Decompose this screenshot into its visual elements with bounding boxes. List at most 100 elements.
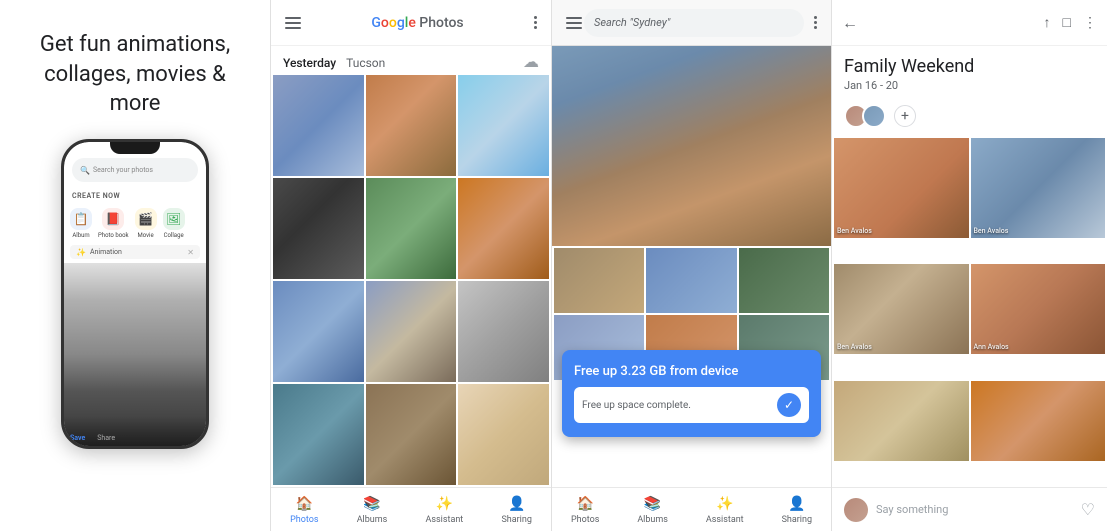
album-photo-2-label: Ben Avalos (974, 227, 1009, 235)
photo-cell-12[interactable] (458, 384, 549, 485)
phone-movie-label: Movie (138, 232, 154, 239)
nav-photos-icon: 🏠 (295, 495, 313, 513)
avatar-2[interactable] (862, 104, 886, 128)
nav-photos[interactable]: 🏠 Photos (290, 495, 318, 525)
album-photo-1[interactable]: Ben Avalos (834, 138, 969, 238)
nav-assistant-icon: ✨ (435, 495, 453, 513)
phone-create-items: 📋 Album 📕 Photo book 🎬 M (64, 204, 206, 245)
phone-share-button[interactable]: Share (97, 434, 115, 442)
album-photo-6[interactable] (971, 381, 1106, 461)
cloud-upload-icon[interactable]: ☁ (523, 52, 539, 71)
panel4-info: Family Weekend Jan 16 - 20 (832, 46, 1107, 98)
nav-albums-label: Albums (357, 515, 388, 525)
panel-animations: Get fun animations, collages, movies & m… (0, 0, 270, 531)
comment-avatar (844, 498, 868, 522)
panel3-main-photo[interactable] (552, 46, 831, 246)
panel3-bottom-nav: 🏠 Photos 📚 Albums ✨ Assistant 👤 Sharing (552, 487, 831, 531)
photo-grid (271, 75, 551, 487)
phone-album-label: Album (72, 232, 89, 239)
panel3-nav-albums-label: Albums (637, 515, 668, 525)
avatar-stack (844, 104, 880, 128)
phone-photobook-label: Photo book (98, 232, 129, 239)
add-person-button[interactable]: + (894, 105, 916, 127)
free-up-check-icon[interactable]: ✓ (777, 393, 801, 417)
photo-cell-6[interactable] (458, 178, 549, 279)
heart-icon[interactable]: ♡ (1081, 500, 1095, 519)
nav-assistant[interactable]: ✨ Assistant (426, 495, 464, 525)
panel4-header: ← ↑ □ ⋮ (832, 0, 1107, 46)
google-photos-logo-text: Google Photos (371, 15, 463, 31)
phone-search-placeholder: Search your photos (93, 166, 153, 174)
photo-cell-4[interactable] (273, 178, 364, 279)
panel3-nav-albums[interactable]: 📚 Albums (637, 495, 668, 525)
upload-icon[interactable]: ↑ (1044, 14, 1051, 31)
free-up-title: Free up 3.23 GB from device (574, 364, 809, 379)
phone-animation-bar: ✨ Animation ✕ (70, 245, 200, 259)
panel3-nav-assistant[interactable]: ✨ Assistant (706, 495, 744, 525)
panel3-nav-photos[interactable]: 🏠 Photos (571, 495, 599, 525)
panel3-nav-sharing[interactable]: 👤 Sharing (782, 495, 812, 525)
photo-cell-1[interactable] (273, 75, 364, 176)
phone-create-label: CREATE NOW (64, 188, 206, 204)
phone-photo-overlay: Save Share (64, 416, 206, 446)
photo-cell-8[interactable] (366, 281, 457, 382)
phone-close-icon[interactable]: ✕ (187, 248, 194, 257)
nav-photos-label: Photos (290, 515, 318, 525)
panel2-date-row: Yesterday Tucson ☁ (271, 46, 551, 75)
photo-cell-9[interactable] (458, 281, 549, 382)
panel3-mini-photo-3[interactable] (739, 248, 829, 313)
panel2-location: Tucson (346, 56, 385, 70)
photo-cell-5[interactable] (366, 178, 457, 279)
back-arrow-icon[interactable]: ← (842, 13, 858, 33)
album-photo-1-label: Ben Avalos (837, 227, 872, 235)
panel2-bottom-nav: 🏠 Photos 📚 Albums ✨ Assistant 👤 Sharing (271, 487, 551, 531)
phone-animation-label: Animation (90, 248, 122, 256)
phone-save-button[interactable]: Save (70, 434, 85, 442)
album-title: Family Weekend (844, 56, 1095, 77)
album-photo-2[interactable]: Ben Avalos (971, 138, 1106, 238)
photo-cell-7[interactable] (273, 281, 364, 382)
panel3-more-icon[interactable] (812, 14, 819, 31)
album-photo-3-label: Ben Avalos (837, 343, 872, 351)
photo-cell-2[interactable] (366, 75, 457, 176)
panel3-header: Search "Sydney" (552, 0, 831, 46)
phone-search-icon: 🔍 (80, 166, 90, 175)
panel3-mini-grid (552, 246, 831, 315)
panel4-more-icon[interactable]: ⋮ (1083, 15, 1097, 31)
more-options-icon[interactable] (532, 14, 539, 31)
panel3-mini-photo-2[interactable] (646, 248, 736, 313)
hamburger-menu-icon[interactable] (283, 15, 303, 31)
phone-screen: 🔍 Search your photos CREATE NOW 📋 Album … (64, 142, 206, 446)
phone-bw-photo: Save Share (64, 263, 206, 446)
photo-cell-3[interactable] (458, 75, 549, 176)
panel1-headline: Get fun animations, collages, movies & m… (0, 30, 270, 119)
panel3-mini-photo-1[interactable] (554, 248, 644, 313)
panel3-hamburger-icon[interactable] (564, 15, 584, 31)
phone-search-bar[interactable]: 🔍 Search your photos (72, 158, 198, 182)
photo-cell-11[interactable] (366, 384, 457, 485)
photo-cell-10[interactable] (273, 384, 364, 485)
free-up-space-dialog[interactable]: Free up 3.23 GB from device Free up spac… (562, 350, 821, 437)
album-photo-5[interactable] (834, 381, 969, 461)
panel3-nav-photos-label: Photos (571, 515, 599, 525)
nav-sharing-label: Sharing (501, 515, 531, 525)
panel3-nav-sharing-label: Sharing (782, 515, 812, 525)
phone-create-movie[interactable]: 🎬 Movie (135, 208, 157, 239)
panel3-nav-assistant-label: Assistant (706, 515, 744, 525)
album-photo-3[interactable]: Ben Avalos (834, 264, 969, 354)
panel2-date-section: Yesterday Tucson (283, 52, 385, 71)
nav-sharing[interactable]: 👤 Sharing (501, 495, 531, 525)
phone-create-collage[interactable]: 🖼 Collage (163, 208, 185, 239)
slideshow-icon[interactable]: □ (1063, 14, 1071, 31)
nav-albums[interactable]: 📚 Albums (357, 495, 388, 525)
panel3-search-text: Search "Sydney" (594, 16, 670, 29)
panel-google-photos: Google Photos Yesterday Tucson ☁ 🏠 Photo… (271, 0, 551, 531)
album-photo-4[interactable]: Ann Avalos (971, 264, 1106, 354)
phone-create-album[interactable]: 📋 Album (70, 208, 92, 239)
free-up-subtitle: Free up space complete. (582, 400, 691, 411)
comment-input[interactable]: Say something (876, 503, 1073, 516)
panel2-header: Google Photos (271, 0, 551, 46)
phone-create-photobook[interactable]: 📕 Photo book (98, 208, 129, 239)
panel3-search-box[interactable]: Search "Sydney" (584, 9, 804, 37)
free-up-subtitle-row: Free up space complete. ✓ (574, 387, 809, 423)
